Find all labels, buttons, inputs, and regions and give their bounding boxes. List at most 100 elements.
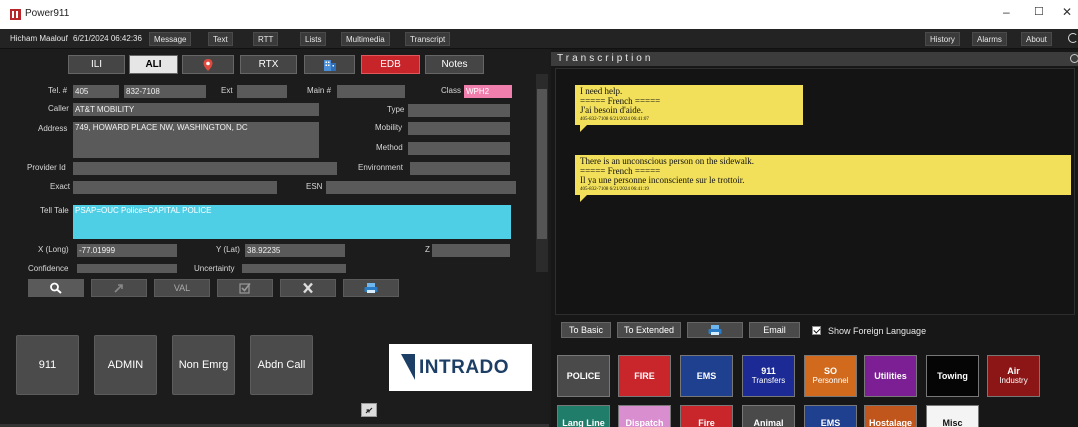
esn-field[interactable] xyxy=(326,181,516,194)
menu-about[interactable]: About xyxy=(1021,32,1052,46)
method-field[interactable] xyxy=(408,142,510,155)
environment-label: Environment xyxy=(358,163,403,172)
agency-label: FIRE xyxy=(634,371,655,381)
confidence-label: Confidence xyxy=(28,264,69,273)
lat-field[interactable]: 38.92235 xyxy=(245,244,345,257)
environment-field[interactable] xyxy=(410,162,510,175)
tel-number-field[interactable]: 832-7108 xyxy=(124,85,206,98)
intrado-logo-text: INTRADO xyxy=(419,357,510,378)
agency-fire-row2-button[interactable]: Fire xyxy=(680,405,733,427)
confidence-field[interactable] xyxy=(77,264,177,273)
tell-tale-label: Tell Tale xyxy=(40,206,69,215)
menu-rtt[interactable]: RTT xyxy=(253,32,279,46)
transcription-settings-icon[interactable] xyxy=(1070,54,1078,63)
lat-label: Y (Lat) xyxy=(216,245,240,254)
collapse-button[interactable] xyxy=(361,403,377,417)
check-button[interactable] xyxy=(217,279,273,297)
agency-lang-line-button[interactable]: Lang Line xyxy=(557,405,610,427)
main-label: Main # xyxy=(307,86,332,95)
agency-police-button[interactable]: POLICE xyxy=(557,355,610,397)
menu-history[interactable]: History xyxy=(925,32,960,46)
provider-id-label: Provider Id xyxy=(27,163,66,172)
ext-field[interactable] xyxy=(237,85,287,98)
tab-ali[interactable]: ALI xyxy=(129,55,178,74)
to-basic-button[interactable]: To Basic xyxy=(561,322,611,338)
agency-animal-button[interactable]: Animal xyxy=(742,405,795,427)
agency-dispatch-button[interactable]: Dispatch xyxy=(618,405,671,427)
tab-ili[interactable]: ILI xyxy=(68,55,125,74)
tab-building[interactable] xyxy=(304,55,355,74)
agency-towing-button[interactable]: Towing xyxy=(926,355,979,397)
maximize-button[interactable]: ☐ xyxy=(1034,5,1044,18)
abandoned-call-button[interactable]: Abdn Call xyxy=(250,335,313,395)
tell-tale-field[interactable]: PSAP=OUC Police=CAPITAL POLICE xyxy=(73,205,511,239)
intrado-logo: INTRADO xyxy=(389,344,532,391)
close-button[interactable]: ✕ xyxy=(1062,5,1072,19)
to-extended-button[interactable]: To Extended xyxy=(617,322,681,338)
operator-name: Hicham Maalouf xyxy=(10,34,68,43)
agency-utilities-button[interactable]: Utilities xyxy=(864,355,917,397)
z-field[interactable] xyxy=(432,244,510,257)
transcript-print-button[interactable] xyxy=(687,322,743,338)
agency-misc-button[interactable]: Misc xyxy=(926,405,979,427)
tel-area-field[interactable]: 405 xyxy=(73,85,119,98)
collapse-arrows-icon xyxy=(365,407,373,414)
ali-scrollbar-thumb[interactable] xyxy=(537,89,547,239)
minimize-button[interactable]: – xyxy=(1003,5,1010,19)
ext-label: Ext xyxy=(221,86,233,95)
clear-button[interactable] xyxy=(280,279,336,297)
type-field[interactable] xyxy=(408,104,510,117)
caller-field[interactable]: AT&T MOBILITY xyxy=(73,103,319,116)
rebid-button[interactable] xyxy=(91,279,147,297)
agency-ems-row2-button[interactable]: EMS xyxy=(804,405,857,427)
line-911-button[interactable]: 911 xyxy=(16,335,79,395)
tab-map[interactable] xyxy=(182,55,234,74)
agency-fire-button[interactable]: FIRE xyxy=(618,355,671,397)
refresh-icon[interactable] xyxy=(1068,33,1078,43)
close-x-icon xyxy=(303,282,313,294)
tab-notes[interactable]: Notes xyxy=(425,55,484,74)
agency-label: EMS xyxy=(696,371,717,381)
message-translation: J'ai besoin d'aide. xyxy=(580,105,643,115)
menu-alarms[interactable]: Alarms xyxy=(972,32,1007,46)
show-foreign-language-checkbox[interactable] xyxy=(812,326,821,335)
class-field[interactable]: WPH2 xyxy=(464,85,512,98)
printer-icon xyxy=(708,325,722,335)
message-meta: 405-832-7108 6/21/2024 06:41:07 xyxy=(580,116,649,122)
agency-label: Utilities xyxy=(874,371,907,381)
menu-multimedia[interactable]: Multimedia xyxy=(341,32,390,46)
admin-line-button[interactable]: ADMIN xyxy=(94,335,157,395)
provider-id-field[interactable] xyxy=(73,162,337,175)
menu-lists[interactable]: Lists xyxy=(300,32,327,46)
transcription-header: Transcription xyxy=(551,52,1078,66)
address-field[interactable]: 749, HOWARD PLACE NW, WASHINGTON, DC xyxy=(73,122,319,158)
ali-panel: ILI ALI RTX EDB Notes Tel. # 405 832-710… xyxy=(0,49,549,427)
class-label: Class xyxy=(441,86,462,95)
email-button[interactable]: Email xyxy=(749,322,800,338)
non-emergency-button[interactable]: Non Emrg xyxy=(172,335,235,395)
mobility-field[interactable] xyxy=(408,122,510,135)
menu-message[interactable]: Message xyxy=(149,32,192,46)
main-field[interactable] xyxy=(337,85,405,98)
agency-hostalage-button[interactable]: Hostalage xyxy=(864,405,917,427)
building-icon xyxy=(323,60,336,71)
agency-ems-button[interactable]: EMS xyxy=(680,355,733,397)
agency-so-personnel-button[interactable]: SO Personnel xyxy=(804,355,857,397)
message-meta: 405-832-7108 6/21/2024 06:41:19 xyxy=(580,186,649,192)
uncertainty-field[interactable] xyxy=(242,264,346,273)
tab-edb[interactable]: EDB xyxy=(361,55,420,74)
method-label: Method xyxy=(376,143,403,152)
tab-rtx[interactable]: RTX xyxy=(240,55,297,74)
print-button[interactable] xyxy=(343,279,399,297)
menu-text[interactable]: Text xyxy=(208,32,233,46)
address-label: Address xyxy=(38,124,68,133)
long-field[interactable]: -77.01999 xyxy=(77,244,177,257)
agency-label: 911 xyxy=(761,366,776,376)
validate-button[interactable]: VAL xyxy=(154,279,210,297)
search-button[interactable] xyxy=(28,279,84,297)
agency-911-transfers-button[interactable]: 911 Transfers xyxy=(742,355,795,397)
agency-air-industry-button[interactable]: Air Industry xyxy=(987,355,1040,397)
agency-label: Air xyxy=(1007,366,1020,376)
exact-field[interactable] xyxy=(73,181,277,194)
menu-transcript[interactable]: Transcript xyxy=(405,32,451,46)
